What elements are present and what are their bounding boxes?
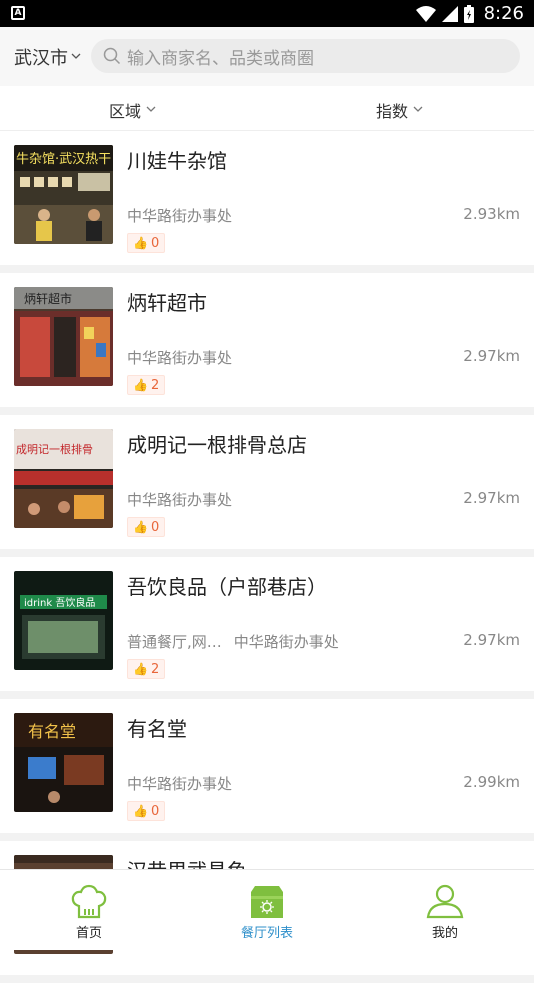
restaurant-distance: 2.97km <box>463 631 520 649</box>
search-icon <box>103 47 121 65</box>
like-count: 0 <box>150 803 160 819</box>
like-badge: 👍 2 <box>127 659 166 679</box>
restaurant-area-text: 中华路街办事处 <box>233 633 339 651</box>
tab-home[interactable]: 首页 <box>0 870 178 951</box>
filter-area-label: 区域 <box>109 102 142 121</box>
like-count: 0 <box>150 235 160 251</box>
restaurant-item[interactable]: idrink 吾饮良品 吾饮良品（户部巷店） 普通餐厅,网… 中华路街办事处 2… <box>0 557 534 691</box>
wifi-icon <box>415 5 436 22</box>
restaurant-name: 有名堂 <box>127 717 187 741</box>
chevron-down-icon <box>146 105 156 116</box>
restaurant-item[interactable]: 牛杂馆·武汉热干 川娃牛杂馆 中华路街办事处 2.93km 👍 0 <box>0 131 534 265</box>
filter-bar: 区域 指数 <box>0 86 534 131</box>
filter-index[interactable]: 指数 <box>376 98 423 122</box>
restaurant-photo: 有名堂 <box>14 713 113 812</box>
restaurant-photo: 成明记一根排骨 <box>14 429 113 528</box>
tab-mine[interactable]: 我的 <box>356 870 534 951</box>
restaurant-area: 中华路街办事处 <box>127 205 232 226</box>
restaurant-list: 牛杂馆·武汉热干 川娃牛杂馆 中华路街办事处 2.93km 👍 0 炳轩超市 炳… <box>0 131 534 983</box>
restaurant-name: 川娃牛杂馆 <box>127 149 227 173</box>
city-selector[interactable]: 武汉市 <box>14 44 81 70</box>
status-icons: 8:26 <box>415 3 524 24</box>
restaurant-area: 中华路街办事处 <box>127 347 232 368</box>
restaurant-photo: 牛杂馆·武汉热干 <box>14 145 113 244</box>
restaurant-distance: 2.93km <box>463 205 520 223</box>
filter-index-label: 指数 <box>376 102 409 121</box>
tab-restaurant-list-label: 餐厅列表 <box>240 926 293 941</box>
chevron-down-icon <box>413 105 423 116</box>
chef-hat-icon <box>70 884 108 920</box>
restaurant-item[interactable]: 有名堂 有名堂 中华路街办事处 2.99km 👍 0 <box>0 699 534 833</box>
svg-text:牛杂馆·武汉热干: 牛杂馆·武汉热干 <box>16 152 111 167</box>
like-badge: 👍 0 <box>127 233 166 253</box>
signal-icon <box>441 5 458 22</box>
search-box[interactable]: 输入商家名、品类或商圈 <box>91 39 520 73</box>
restaurant-photo: 炳轩超市 <box>14 287 113 386</box>
like-badge: 👍 0 <box>127 517 166 537</box>
chevron-down-icon <box>71 52 81 63</box>
restaurant-name: 成明记一根排骨总店 <box>127 433 307 457</box>
restaurant-distance: 2.97km <box>463 489 520 507</box>
tab-restaurant-list[interactable]: 餐厅列表 <box>178 870 356 951</box>
like-count: 0 <box>150 519 160 535</box>
restaurant-photo: idrink 吾饮良品 <box>14 571 113 670</box>
like-count: 2 <box>150 377 160 393</box>
clock: 8:26 <box>483 3 524 24</box>
status-bar: A 8:26 <box>0 0 534 27</box>
restaurant-distance: 2.99km <box>463 773 520 791</box>
user-icon <box>426 884 464 920</box>
restaurant-icon <box>249 884 285 920</box>
restaurant-area-text: 中华路街办事处 <box>127 491 233 509</box>
thumbs-up-icon: 👍 <box>133 236 148 250</box>
restaurant-name: 炳轩超市 <box>127 291 207 315</box>
like-badge: 👍 0 <box>127 801 166 821</box>
restaurant-area-text: 中华路街办事处 <box>127 349 233 367</box>
like-count: 2 <box>150 661 160 677</box>
battery-icon <box>463 4 474 23</box>
app-notification-icon: A <box>11 6 25 20</box>
thumbs-up-icon: 👍 <box>133 662 148 676</box>
restaurant-item[interactable]: 成明记一根排骨 成明记一根排骨总店 中华路街办事处 2.97km 👍 0 <box>0 415 534 549</box>
restaurant-item[interactable]: 炳轩超市 炳轩超市 中华路街办事处 2.97km 👍 2 <box>0 273 534 407</box>
svg-text:idrink 吾饮良品: idrink 吾饮良品 <box>24 596 95 609</box>
bottom-tab-bar: 首页 餐厅列表 我的 <box>0 869 534 950</box>
restaurant-area-text: 中华路街办事处 <box>127 207 233 225</box>
like-badge: 👍 2 <box>127 375 166 395</box>
search-placeholder: 输入商家名、品类或商圈 <box>127 48 314 69</box>
thumbs-up-icon: 👍 <box>133 804 148 818</box>
filter-area[interactable]: 区域 <box>109 98 156 122</box>
svg-text:成明记一根排骨: 成明记一根排骨 <box>16 442 93 456</box>
thumbs-up-icon: 👍 <box>133 520 148 534</box>
restaurant-area: 中华路街办事处 <box>127 489 232 510</box>
thumbs-up-icon: 👍 <box>133 378 148 392</box>
tab-mine-label: 我的 <box>431 926 458 941</box>
restaurant-distance: 2.97km <box>463 347 520 365</box>
restaurant-area: 中华路街办事处 <box>127 773 232 794</box>
restaurant-area: 普通餐厅,网… 中华路街办事处 <box>127 631 339 652</box>
top-bar: 武汉市 输入商家名、品类或商圈 <box>0 27 534 86</box>
svg-text:炳轩超市: 炳轩超市 <box>24 291 72 306</box>
tab-home-label: 首页 <box>75 926 102 941</box>
city-label: 武汉市 <box>14 48 68 69</box>
restaurant-area-text: 中华路街办事处 <box>127 775 233 793</box>
svg-text:有名堂: 有名堂 <box>28 722 76 741</box>
restaurant-name: 吾饮良品（户部巷店） <box>127 575 327 599</box>
restaurant-tags: 普通餐厅,网… <box>127 633 222 651</box>
